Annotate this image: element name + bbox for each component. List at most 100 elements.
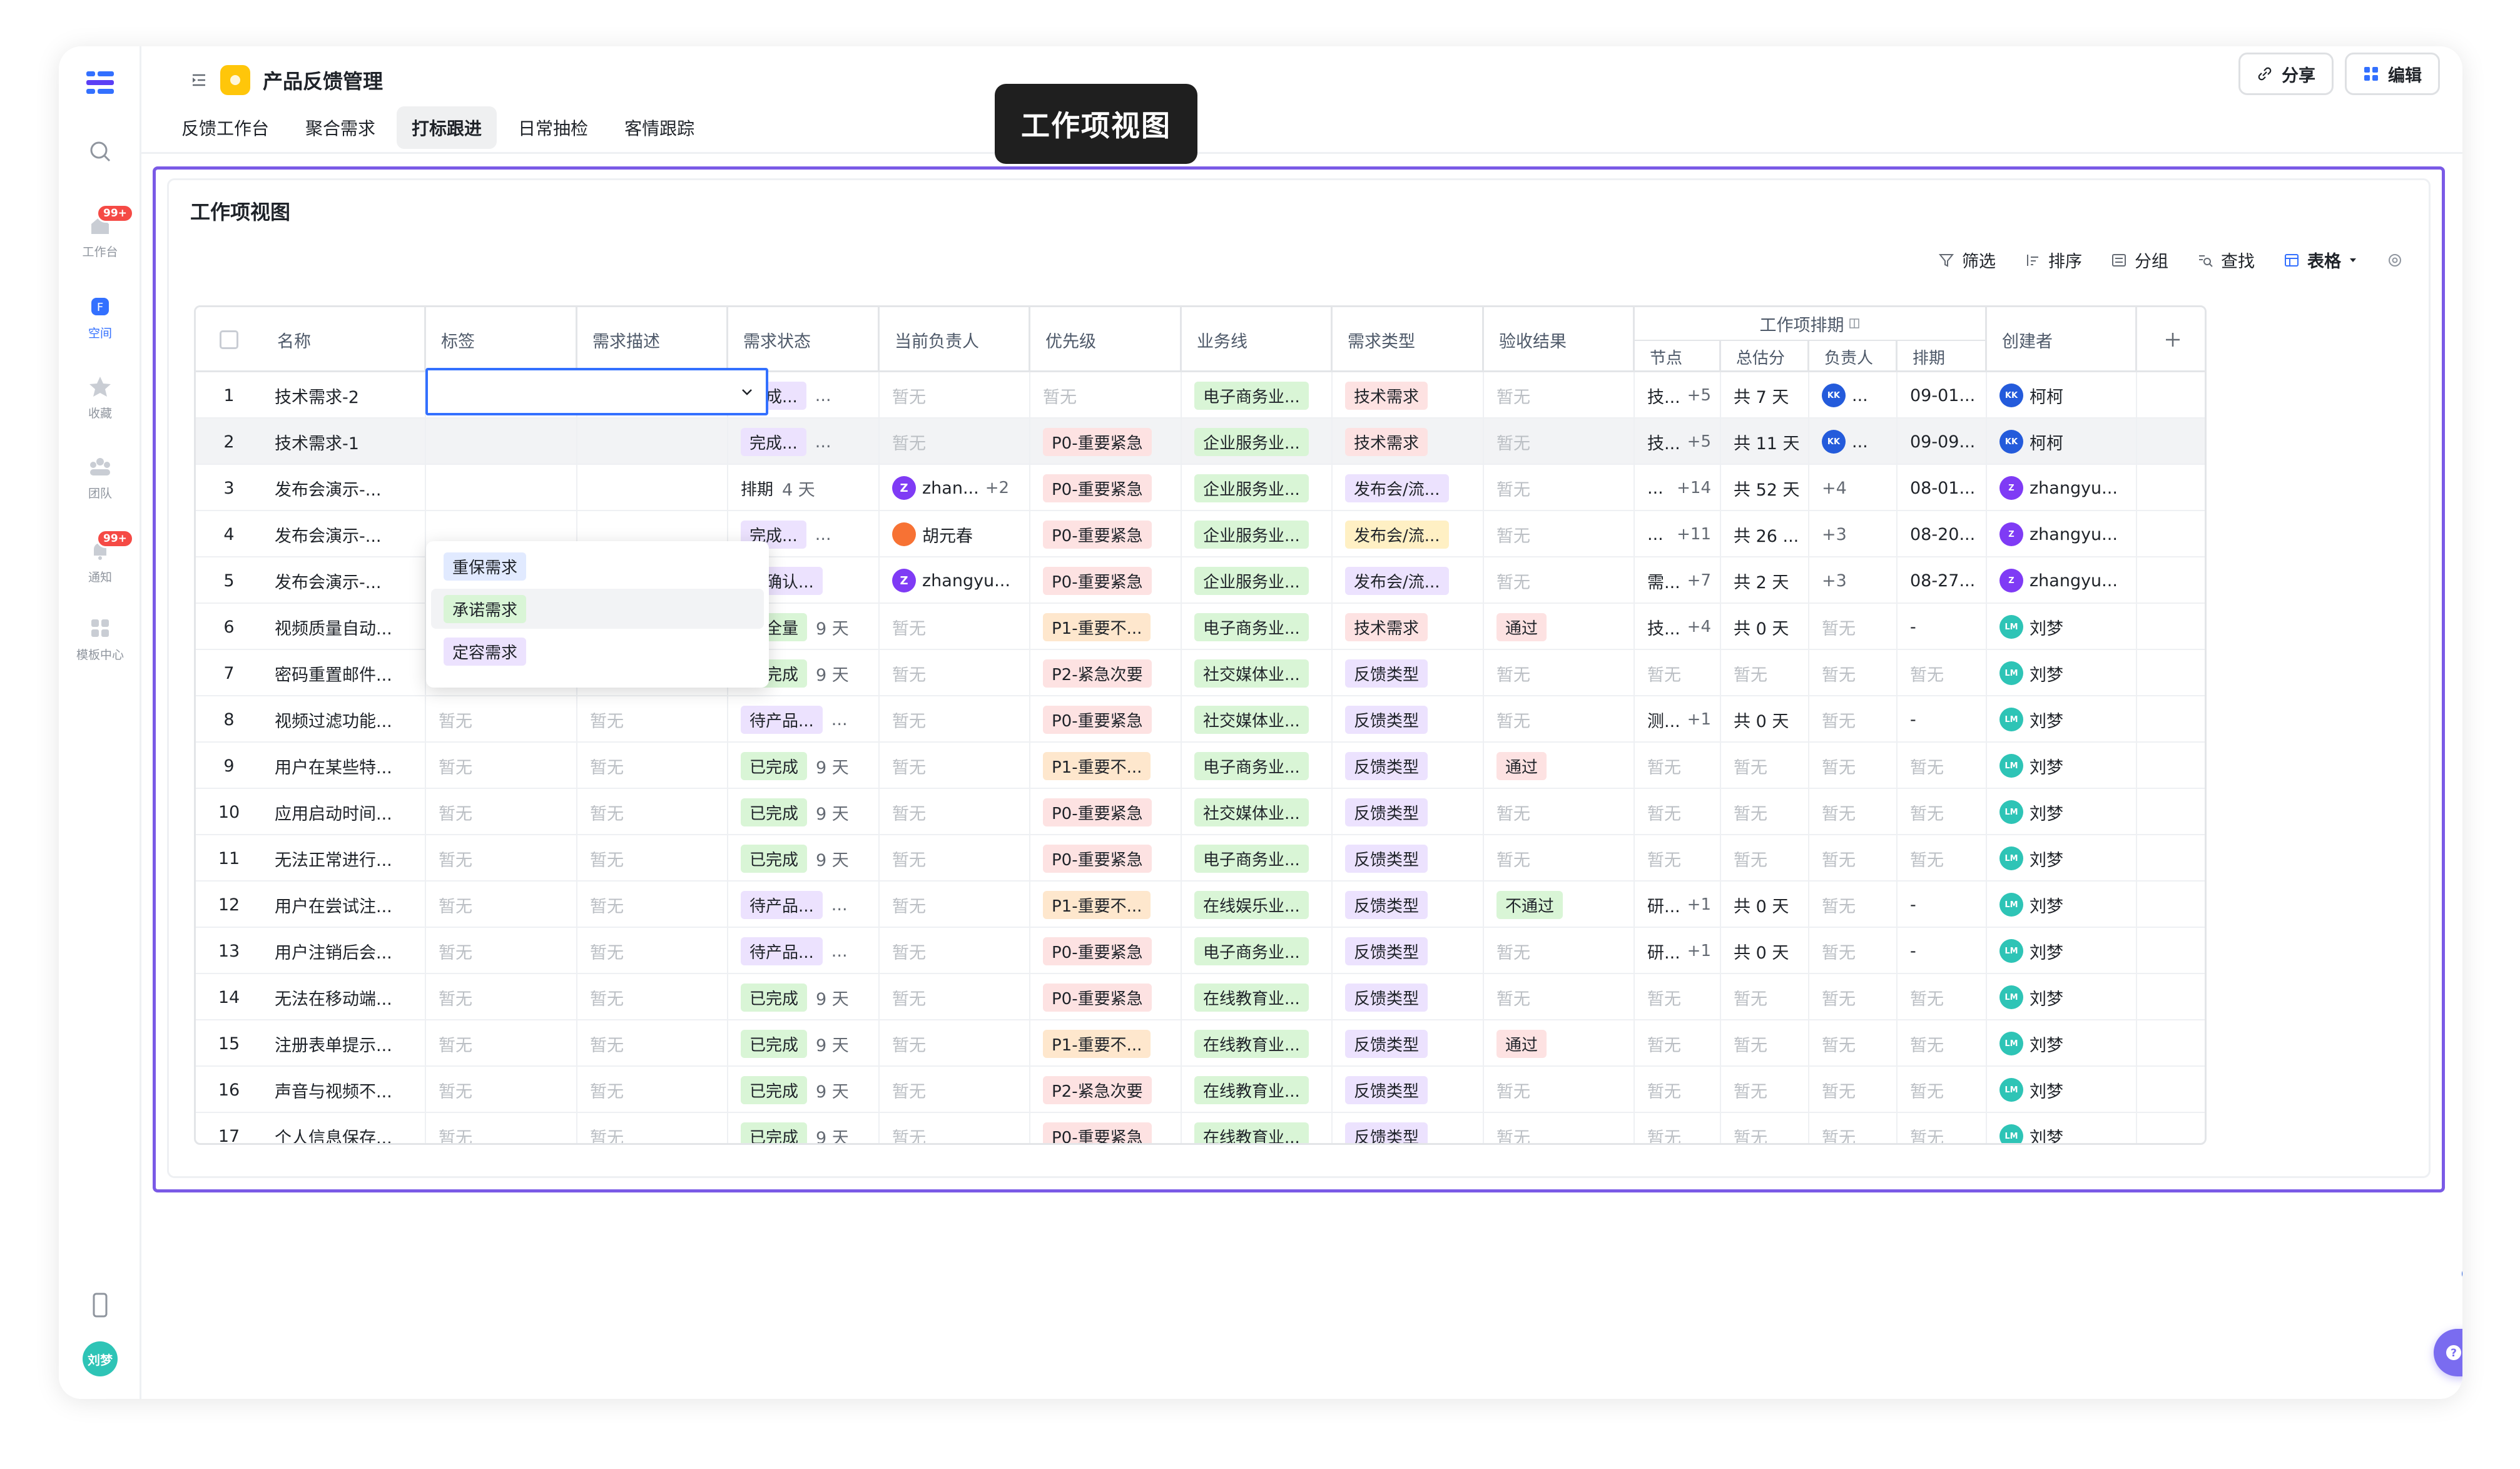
col-name[interactable]: 名称 (262, 307, 426, 372)
item-name[interactable]: 用户注销后会... (275, 939, 392, 963)
table-cell[interactable]: 7 (196, 650, 262, 696)
table-cell[interactable]: 暂无 (880, 743, 1030, 789)
table-cell[interactable]: 反馈类型 (1333, 835, 1484, 882)
table-cell[interactable]: 暂无 (1635, 1020, 1721, 1067)
table-cell[interactable]: 暂无 (1721, 974, 1809, 1020)
table-cell[interactable]: 已完成 9 天 (728, 1020, 880, 1067)
table-cell[interactable]: +4 (1809, 465, 1898, 511)
rail-space[interactable]: F 空间 (59, 294, 141, 341)
table-cell[interactable]: 暂无 (577, 882, 728, 928)
table-cell[interactable]: 暂无 (426, 1067, 577, 1113)
table-cell[interactable]: 暂无 (1484, 372, 1635, 419)
table-cell[interactable]: 暂无 (880, 835, 1030, 882)
info-icon[interactable] (2456, 1261, 2462, 1286)
table-cell[interactable]: 暂无 (1898, 974, 1987, 1020)
search-icon[interactable] (59, 139, 141, 169)
table-cell[interactable]: 5 (196, 557, 262, 604)
table-cell[interactable]: 暂无 (880, 1067, 1030, 1113)
table-cell[interactable]: 暂无 (577, 1113, 728, 1143)
table-cell[interactable]: 电子商务业... (1182, 372, 1333, 419)
table-cell[interactable]: 暂无 (1484, 835, 1635, 882)
table-cell[interactable] (2137, 882, 2205, 928)
table-cell[interactable]: LM 刘梦 (1987, 882, 2137, 928)
table-cell[interactable]: - (1898, 928, 1987, 974)
table-cell[interactable] (426, 465, 577, 511)
table-cell[interactable]: P0-重要紧急 (1030, 696, 1182, 743)
table-cell[interactable]: 暂无 (1898, 1020, 1987, 1067)
table-cell[interactable]: 电子商务业... (1182, 743, 1333, 789)
table-cell[interactable]: 用户在尝试注... (262, 882, 426, 928)
table-cell[interactable]: 16 (196, 1067, 262, 1113)
collapse-sidebar-icon[interactable] (190, 71, 208, 89)
table-cell[interactable]: P0-重要紧急 (1030, 789, 1182, 835)
table-cell[interactable] (2137, 974, 2205, 1020)
table-cell[interactable]: Zzhan... +2 (880, 465, 1030, 511)
table-cell[interactable]: KK 柯柯 (1987, 419, 2137, 465)
table-cell[interactable]: LM 刘梦 (1987, 650, 2137, 696)
item-name[interactable]: 发布会演示-... (275, 569, 382, 593)
user-avatar[interactable]: 刘梦 (59, 1341, 141, 1376)
item-name[interactable]: 无法在移动端... (275, 985, 392, 1010)
table-cell[interactable]: 待产品...... (728, 928, 880, 974)
table-row[interactable]: 11 无法正常进行... 暂无 暂无 已完成 9 天 暂无 P0-重要紧急 电子商务业... 反馈… (196, 835, 2205, 882)
table-cell[interactable]: 已完成 9 天 (728, 974, 880, 1020)
table-cell[interactable]: 无法正常进行... (262, 835, 426, 882)
table-row[interactable]: 17 个人信息保存... 暂无 暂无 已完成 9 天 暂无 P0-重要紧急 在线教育业... 反馈… (196, 1113, 2205, 1143)
table-cell[interactable]: P0-重要紧急 (1030, 1113, 1182, 1143)
table-cell[interactable]: KK 柯柯 (1987, 372, 2137, 419)
table-cell[interactable]: 暂无 (1484, 1067, 1635, 1113)
rail-workbench[interactable]: 99+ 工作台 (59, 204, 141, 260)
table-cell[interactable]: 企业服务业... (1182, 419, 1333, 465)
table-cell[interactable] (426, 419, 577, 465)
table-cell[interactable]: 暂无 (1484, 511, 1635, 557)
table-cell[interactable]: 暂无 (1721, 1020, 1809, 1067)
item-name[interactable]: 视频过滤功能... (275, 708, 392, 732)
table-cell[interactable]: 社交媒体业... (1182, 696, 1333, 743)
table-cell[interactable]: 用户注销后会... (262, 928, 426, 974)
table-cell[interactable]: 用户在某些特... (262, 743, 426, 789)
table-cell[interactable]: P1-重要不... (1030, 1020, 1182, 1067)
table-row[interactable]: 13 用户注销后会... 暂无 暂无 待产品...... 暂无 P0-重要紧急 电子商务业..… (196, 928, 2205, 974)
table-cell[interactable]: 暂无 (426, 743, 577, 789)
tab-feedback-workbench[interactable]: 反馈工作台 (166, 106, 284, 149)
table-row[interactable]: 12 用户在尝试注... 暂无 暂无 待产品...... 暂无 P1-重要不... 在线娱乐业… (196, 882, 2205, 928)
table-cell[interactable]: 暂无 (1898, 789, 1987, 835)
group-button[interactable]: 分组 (2111, 248, 2168, 272)
table-cell[interactable]: 不通过 (1484, 882, 1635, 928)
tab-customer[interactable]: 客情跟踪 (609, 106, 709, 149)
settings-button[interactable] (2386, 252, 2404, 269)
col-result[interactable]: 验收结果 (1484, 307, 1635, 372)
table-cell[interactable]: 暂无 (1898, 1113, 1987, 1143)
table-cell[interactable]: 反馈类型 (1333, 1113, 1484, 1143)
table-cell[interactable] (2137, 1020, 2205, 1067)
table-cell[interactable]: 完成...... (728, 419, 880, 465)
table-cell[interactable]: 技术需求-2 (262, 372, 426, 419)
table-cell[interactable]: Zzhangyu... (880, 557, 1030, 604)
item-name[interactable]: 注册表单提示... (275, 1032, 392, 1056)
item-name[interactable]: 技术需求-2 (275, 384, 359, 408)
item-name[interactable]: 无法正常进行... (275, 846, 392, 871)
table-cell[interactable]: 通过 (1484, 604, 1635, 650)
table-cell[interactable]: 暂无 (577, 1067, 728, 1113)
table-cell[interactable]: 待产品...... (728, 882, 880, 928)
table-cell[interactable]: 暂无 (426, 789, 577, 835)
table-cell[interactable]: 暂无 (426, 835, 577, 882)
table-cell[interactable]: 暂无 (1721, 789, 1809, 835)
rail-templates[interactable]: 模板中心 (59, 616, 141, 663)
table-cell[interactable]: 视频质量自动... (262, 604, 426, 650)
table-cell[interactable]: P0-重要紧急 (1030, 419, 1182, 465)
table-cell[interactable]: 暂无 (1898, 1067, 1987, 1113)
add-column-button[interactable] (2137, 307, 2205, 372)
table-cell[interactable]: 研... +1 (1635, 928, 1721, 974)
table-cell[interactable]: 9 (196, 743, 262, 789)
app-logo[interactable] (59, 64, 141, 104)
table-cell[interactable]: 反馈类型 (1333, 789, 1484, 835)
table-cell[interactable]: - (1898, 882, 1987, 928)
table-cell[interactable]: P0-重要紧急 (1030, 465, 1182, 511)
share-button[interactable]: 分享 (2238, 53, 2334, 95)
col-tag[interactable]: 标签 (426, 307, 577, 372)
table-cell[interactable] (577, 419, 728, 465)
table-cell[interactable]: 暂无 (426, 928, 577, 974)
table-cell[interactable]: 暂无 (1721, 1113, 1809, 1143)
table-cell[interactable]: 暂无 (1635, 974, 1721, 1020)
